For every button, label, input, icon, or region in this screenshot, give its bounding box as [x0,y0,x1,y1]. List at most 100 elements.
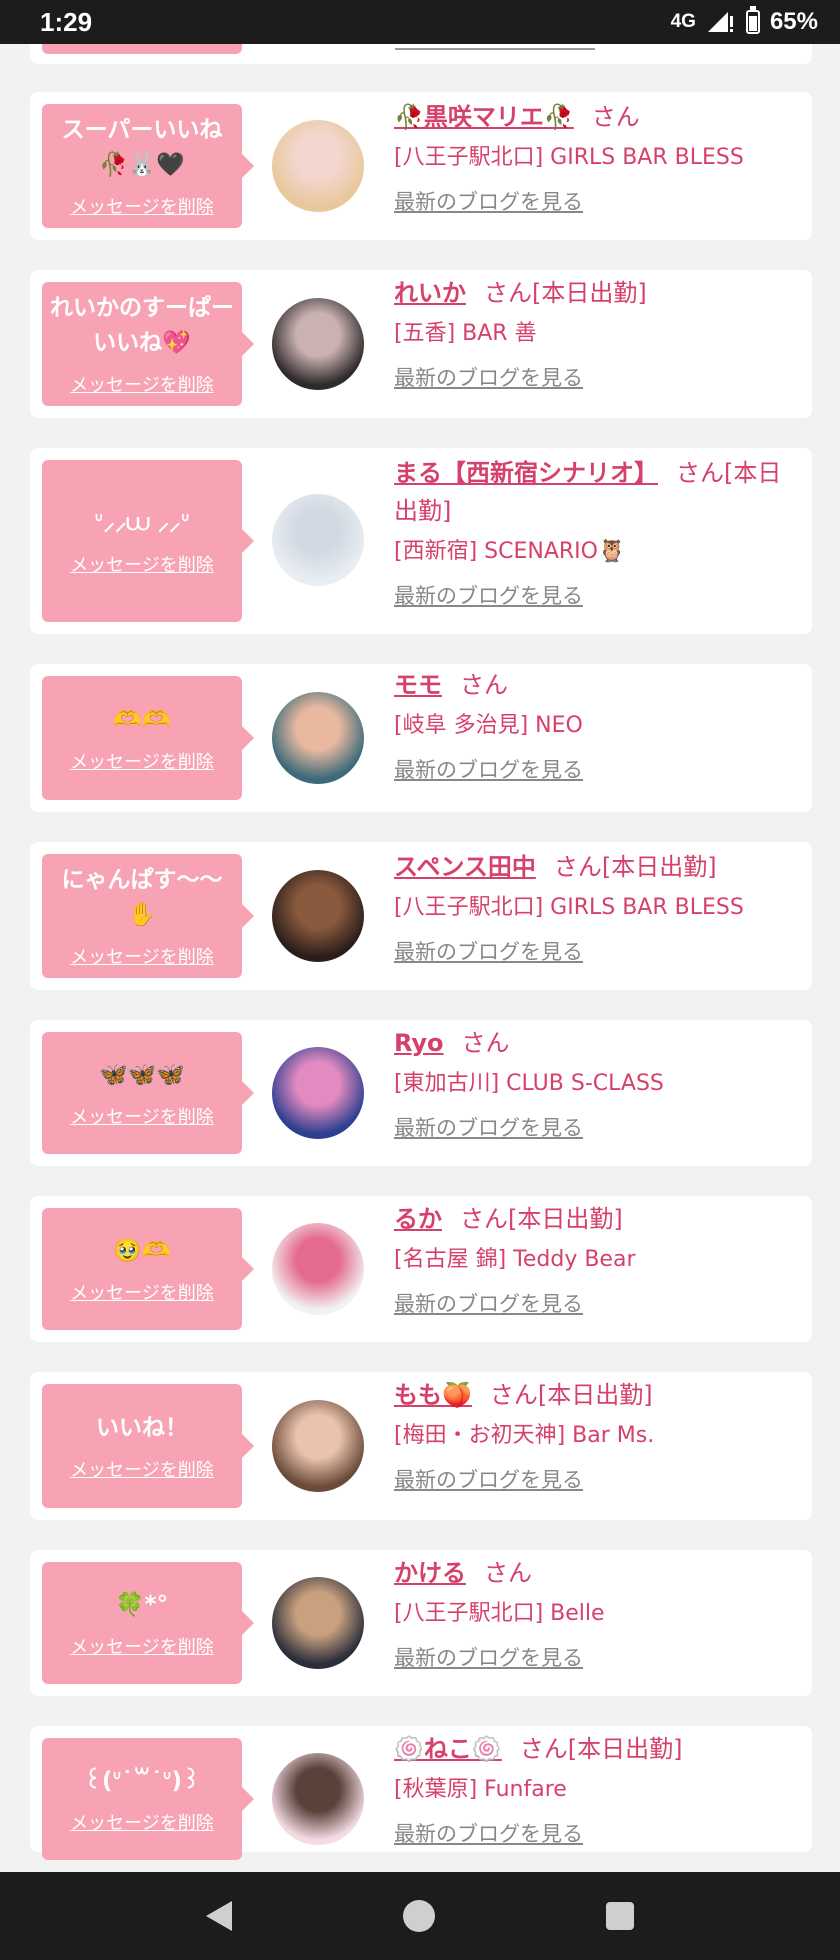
avatar[interactable] [272,1223,364,1315]
cast-info: まる【西新宿シナリオ】 さん[本日出勤] [西新宿] SCENARIO🦉 最新のブログ… [394,454,788,614]
network-label: 4G [670,11,696,32]
list-item: スーパーいいね🥀🐰🖤 メッセージを削除 🥀黒咲マリエ🥀 さん [八王子駅北口] GIRL… [30,92,812,240]
cast-name-line: 🍥ねこ🍥 さん[本日出勤] [394,1730,788,1768]
cast-info: 🍥ねこ🍥 さん[本日出勤] [秋葉原] Funfare 最新のブログを見る [394,1730,788,1852]
cast-name-link[interactable]: Ryo [394,1029,444,1057]
cast-suffix: さん [591,103,640,131]
cast-info: れいか さん[本日出勤] [五香] BAR 善最新のブログを見る [394,274,788,396]
shop-label: [東加古川] CLUB S-CLASS [394,1071,664,1096]
cast-name-link[interactable]: もも🍑 [394,1381,472,1409]
latest-blog-link[interactable]: 最新のブログを見る [394,1640,788,1676]
previous-card-partial [30,44,812,64]
status-indicators: 4G 65% [670,6,818,36]
cast-suffix: さん[本日出勤] [484,279,647,307]
latest-blog-link[interactable]: 最新のブログを見る [394,1110,788,1146]
cast-info: モモ さん [岐阜 多治見] NEO 最新のブログを見る [394,666,788,788]
home-icon[interactable] [402,1900,435,1932]
cast-name-link[interactable]: 🥀黒咲マリエ🥀 [394,103,574,131]
list-item: 🍀*° メッセージを削除 かける さん [八王子駅北口] Belle 最新のブログを見る [30,1550,812,1696]
avatar[interactable] [272,1047,364,1139]
message-text: いいね！ [96,1414,188,1441]
message-bubble: れいかのすーぱーいいね💖 メッセージを削除 [42,282,254,406]
delete-message-link[interactable]: メッセージを削除 [70,1456,214,1482]
avatar[interactable] [272,692,364,784]
cast-name-link[interactable]: スペンス田中 [394,853,536,881]
delete-message-link[interactable]: メッセージを削除 [70,748,214,774]
latest-blog-link[interactable]: 最新のブログを見る [394,934,788,970]
cast-info: るか さん[本日出勤] [名古屋 錦] Teddy Bear 最新のブログを見る [394,1200,788,1322]
latest-blog-link[interactable]: 最新のブログを見る [394,360,788,396]
shop-label: [八王子駅北口] Belle [394,1601,605,1626]
message-text: ꒰(ᐡ˙꒳˙ᐡ)꒱ [83,1767,201,1794]
list-item: ꒰(ᐡ˙꒳˙ᐡ)꒱ メッセージを削除 🍥ねこ🍥 さん[本日出勤] [秋葉原] Funfa… [30,1726,812,1860]
latest-blog-link[interactable]: 最新のブログを見る [394,1816,788,1852]
cast-name-link[interactable]: るか [394,1205,442,1233]
shop-label: [岐阜 多治見] NEO [394,713,583,738]
latest-blog-link[interactable]: 最新のブログを見る [394,1286,788,1322]
cast-suffix: さん[本日出勤] [553,853,717,881]
latest-blog-link[interactable]: 最新のブログを見る [394,1462,788,1498]
message-bubble: 🍀*° メッセージを削除 [42,1562,254,1684]
cast-info: かける さん [八王子駅北口] Belle 最新のブログを見る [394,1554,788,1676]
avatar[interactable] [272,298,364,390]
shop-label: [梅田・お初天神] Bar Ms. [394,1423,655,1448]
recents-icon[interactable] [606,1902,635,1930]
cast-name-line: もも🍑 さん[本日出勤] [394,1376,788,1414]
delete-message-link[interactable]: メッセージを削除 [70,943,214,969]
delete-message-link[interactable]: メッセージを削除 [70,1103,214,1129]
previous-bubble-partial [42,44,242,54]
message-text: にゃんぱす〜〜✋ [61,867,223,928]
cast-name-line: 🥀黒咲マリエ🥀 さん [394,98,788,136]
liked-by-list: スーパーいいね🥀🐰🖤 メッセージを削除 🥀黒咲マリエ🥀 さん [八王子駅北口] GIRL… [30,92,812,1882]
latest-blog-link[interactable]: 最新のブログを見る [394,752,788,788]
cast-suffix: さん[本日出勤] [519,1735,683,1763]
delete-message-link[interactable]: メッセージを削除 [70,1809,214,1835]
message-text: ᐡ⸝⸝⩊ ⸝⸝ᐡ [94,509,190,536]
delete-message-link[interactable]: メッセージを削除 [70,1633,214,1659]
delete-message-link[interactable]: メッセージを削除 [70,193,214,219]
message-bubble: いいね！ メッセージを削除 [42,1384,254,1508]
latest-blog-link[interactable]: 最新のブログを見る [394,184,788,220]
previous-blog-link-partial [395,48,595,50]
battery-level: 65% [769,8,818,35]
shop-label: [西新宿] SCENARIO🦉 [394,539,626,564]
message-bubble: 🦋🦋🦋 メッセージを削除 [42,1032,254,1154]
shop-label: [八王子駅北口] GIRLS BAR BLESS [394,895,744,920]
cast-name-line: れいか さん[本日出勤] [394,274,788,312]
cast-name-line: モモ さん [394,666,788,704]
cast-suffix: さん [484,1559,532,1587]
delete-message-link[interactable]: メッセージを削除 [70,1279,214,1305]
avatar[interactable] [272,870,364,962]
list-item: いいね！ メッセージを削除 もも🍑 さん[本日出勤] [梅田・お初天神] Bar Ms.… [30,1372,812,1520]
cast-name-link[interactable]: まる【西新宿シナリオ】 [394,459,658,487]
shop-label: [五香] BAR 善 [394,321,537,346]
message-bubble: ᐡ⸝⸝⩊ ⸝⸝ᐡ メッセージを削除 [42,460,254,622]
avatar[interactable] [272,1753,364,1845]
cast-suffix: さん[本日出勤] [460,1205,623,1233]
battery-icon [745,6,760,34]
avatar[interactable] [272,494,364,586]
cast-name-link[interactable]: かける [394,1559,466,1587]
cast-name-line: まる【西新宿シナリオ】 さん[本日出勤] [394,454,788,530]
avatar[interactable] [272,1577,364,1669]
avatar[interactable] [272,120,364,212]
message-text: 🫶🫶 [113,706,171,733]
status-time: 1:29 [40,6,93,37]
back-icon[interactable] [205,1901,232,1931]
cast-name-link[interactable]: 🍥ねこ🍥 [394,1735,502,1763]
message-text: 🦋🦋🦋 [99,1061,185,1088]
status-bar: 1:29 4G 65% [0,0,840,44]
avatar[interactable] [272,1400,364,1492]
cast-name-link[interactable]: れいか [394,279,466,307]
cast-name-link[interactable]: モモ [394,671,442,699]
cast-info: Ryo さん [東加古川] CLUB S-CLASS 最新のブログを見る [394,1024,788,1146]
delete-message-link[interactable]: メッセージを削除 [70,551,214,577]
cast-suffix: さん[本日出勤] [489,1381,653,1409]
message-text: スーパーいいね🥀🐰🖤 [61,117,223,178]
cast-name-line: かける さん [394,1554,788,1592]
shop-label: [名古屋 錦] Teddy Bear [394,1247,636,1272]
delete-message-link[interactable]: メッセージを削除 [70,371,214,397]
message-bubble: ꒰(ᐡ˙꒳˙ᐡ)꒱ メッセージを削除 [42,1738,254,1860]
latest-blog-link[interactable]: 最新のブログを見る [394,578,788,614]
cast-name-line: Ryo さん [394,1024,788,1062]
